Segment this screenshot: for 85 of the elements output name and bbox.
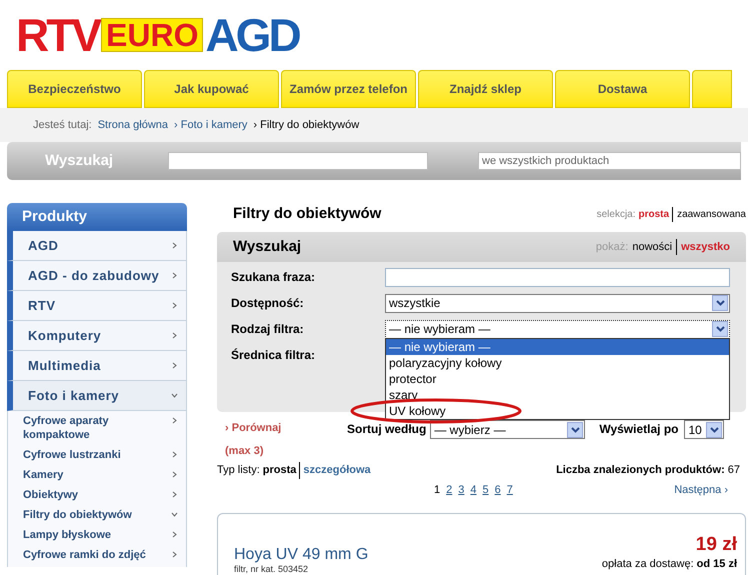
sort-select[interactable]: — wybierz — (430, 420, 586, 439)
sidebar-item[interactable]: Foto i kamery (7, 381, 187, 411)
sidebar-subitem[interactable]: Kamery (8, 465, 186, 485)
selection-option[interactable]: zaawansowana (672, 206, 746, 222)
field-label: Średnica filtra: (231, 347, 316, 364)
compare-link[interactable]: › Porównaj (225, 420, 347, 436)
chevron-right-icon (171, 272, 178, 279)
chevron-right-icon (171, 451, 178, 458)
nav-tab[interactable]: Zamów przez telefon (281, 70, 416, 108)
results-count: 67 (728, 463, 740, 478)
selection-option[interactable]: prosta (638, 206, 670, 222)
sidebar-subitem[interactable]: Obiektywy (8, 485, 186, 505)
breadcrumb-link[interactable]: Strona główna (98, 116, 168, 134)
chevron-down-icon (171, 511, 178, 518)
compare-note: (max 3) (225, 444, 265, 458)
field-label: Dostępność: (231, 295, 305, 312)
dropdown-option[interactable]: protector (386, 371, 729, 387)
page-link[interactable]: 4 (470, 482, 476, 499)
chevron-right-icon (171, 242, 178, 249)
page-link[interactable]: 1 (434, 482, 440, 499)
chevron-right-icon (171, 362, 178, 369)
select-field[interactable]: — nie wybieram — (385, 320, 730, 338)
dropdown-option[interactable]: — nie wybieram — (386, 339, 729, 355)
field-label: Szukana fraza: (231, 269, 316, 286)
delivery-label: opłata za dostawę: (602, 556, 694, 572)
nav-tab[interactable]: Dostawa (555, 70, 690, 108)
delivery-value: od 15 zł (696, 556, 737, 572)
nav-tab[interactable]: Znajdź sklep (418, 70, 553, 108)
show-option[interactable]: nowości (632, 238, 672, 256)
sidebar-subitem[interactable]: Filtry do obiektywów (8, 505, 186, 525)
sidebar-subitem[interactable]: Cyfrowe ramki do zdjęć (8, 545, 186, 565)
product-meta: filtr, nr kat. 503452 (234, 564, 310, 574)
sidebar-item[interactable]: Komputery (7, 321, 187, 351)
chevron-right-icon (171, 417, 178, 424)
chevron-down-icon (171, 392, 178, 399)
product-price: 19 zł (696, 534, 737, 556)
list-type-option[interactable]: prosta (262, 462, 296, 478)
sidebar-header: Produkty (7, 203, 187, 231)
results-count-label: Liczba znalezionych produktów: (556, 463, 725, 478)
next-page-link[interactable]: Następna › (674, 482, 728, 499)
chevron-right-icon (171, 491, 178, 498)
sidebar-subitem[interactable]: Cyfrowe lustrzanki (8, 445, 186, 465)
page-title: Filtry do obiektywów (233, 204, 382, 224)
chevron-right-icon (171, 332, 178, 339)
list-type-option[interactable]: szczegółowa (299, 462, 371, 478)
chevron-right-icon (171, 302, 178, 309)
field-label: Rodzaj filtra: (231, 321, 305, 338)
chevron-right-icon (171, 471, 178, 478)
list-type-label: Typ listy: (217, 463, 260, 478)
nav-tab[interactable] (692, 70, 732, 108)
sidebar-item[interactable]: AGD - do zabudowy (7, 261, 187, 291)
product-name[interactable]: Hoya UV 49 mm G (234, 546, 368, 564)
dropdown-option[interactable]: szary (386, 387, 729, 403)
sidebar-subitem[interactable]: Cyfrowe aparaty kompaktowe (8, 411, 186, 445)
page-link[interactable]: 6 (494, 482, 501, 499)
dropdown-option[interactable]: UV kołowy (386, 403, 729, 419)
page-link[interactable]: 7 (506, 482, 513, 499)
store-logo[interactable]: RTV EURO AGD (16, 12, 299, 58)
search-field[interactable] (168, 152, 428, 170)
chevron-right-icon (171, 551, 178, 558)
nav-tab[interactable]: Jak kupować (144, 70, 279, 108)
dropdown-option[interactable]: polaryzacyjny kołowy (386, 355, 729, 371)
breadcrumb-label: Jesteś tutaj: (33, 118, 92, 133)
select-field[interactable]: wszystkie (385, 294, 730, 312)
chevron-right-icon (171, 531, 178, 538)
sidebar-item[interactable]: RTV (7, 291, 187, 321)
breadcrumb-link[interactable]: › Foto i kamery (174, 116, 248, 134)
show-option[interactable]: wszystko (676, 238, 730, 256)
breadcrumb-current: › Filtry do obiektywów (253, 118, 360, 133)
sidebar-subitem[interactable]: Lampy błyskowe (8, 525, 186, 545)
phrase-input-field[interactable] (385, 268, 730, 286)
per-page-label: Wyświetlaj po (599, 421, 678, 438)
show-label: pokaż: (596, 240, 628, 255)
search-panel-title: Wyszukaj (233, 236, 302, 257)
nav-tab[interactable]: Bezpieczeństwo (7, 70, 142, 108)
search-label: Wyszukaj (44, 150, 114, 171)
sort-label: Sortuj według (347, 421, 426, 438)
sidebar-item[interactable]: Multimedia (7, 351, 187, 381)
page-link[interactable]: 5 (482, 482, 489, 499)
page-link[interactable]: 3 (458, 482, 464, 499)
search-scope-field[interactable]: we wszystkich produktach (478, 152, 741, 170)
page-link[interactable]: 2 (446, 482, 452, 499)
selection-label: selekcja: (596, 208, 636, 222)
sidebar-item[interactable]: AGD (7, 231, 187, 261)
per-page-select[interactable]: 10 (684, 420, 724, 439)
